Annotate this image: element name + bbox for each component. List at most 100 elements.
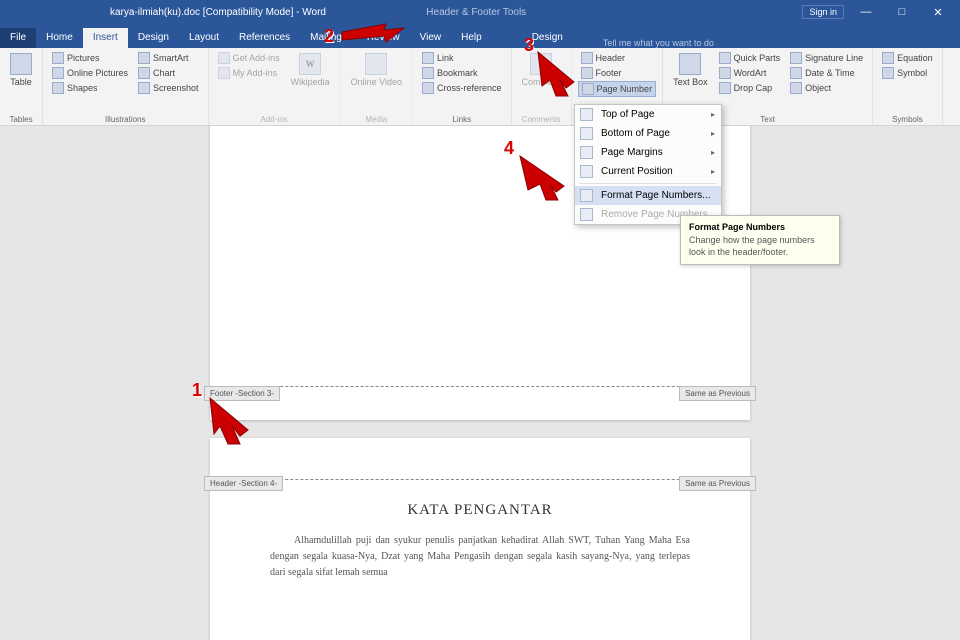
dropcap-icon xyxy=(719,82,731,94)
tab-insert[interactable]: Insert xyxy=(83,28,128,48)
footer-zone[interactable]: Footer -Section 3- Same as Previous xyxy=(210,386,750,408)
page-current: Header -Section 4- Same as Previous KATA… xyxy=(210,438,750,640)
table-button[interactable]: Table xyxy=(6,51,36,89)
wordart-icon xyxy=(719,67,731,79)
bookmark-button[interactable]: Bookmark xyxy=(419,66,505,80)
page-number-icon xyxy=(582,83,594,95)
ribbon: Table Tables Pictures Online Pictures Sh… xyxy=(0,48,960,126)
sign-in-button[interactable]: Sign in xyxy=(802,5,844,19)
menu-top-of-page[interactable]: Top of Page▸ xyxy=(575,105,721,124)
object-icon xyxy=(790,82,802,94)
bookmark-icon xyxy=(422,67,434,79)
group-addins: Get Add-ins My Add-ins WWikipedia Add-in… xyxy=(209,48,341,125)
textbox-button[interactable]: Text Box xyxy=(669,51,712,89)
quickparts-button[interactable]: Quick Parts xyxy=(716,51,784,65)
document-paragraph: Alhamdulillah puji dan syukur penulis pa… xyxy=(210,519,750,581)
comment-icon xyxy=(530,53,552,75)
wordart-button[interactable]: WordArt xyxy=(716,66,784,80)
document-heading: KATA PENGANTAR xyxy=(210,502,750,519)
maximize-button[interactable]: □ xyxy=(888,6,916,18)
object-button[interactable]: Object xyxy=(787,81,866,95)
date-time-button[interactable]: Date & Time xyxy=(787,66,866,80)
equation-icon xyxy=(882,52,894,64)
shapes-icon xyxy=(52,82,64,94)
link-button[interactable]: Link xyxy=(419,51,505,65)
group-symbols: Equation Symbol Symbols xyxy=(873,48,943,125)
page-number-button[interactable]: Page Number xyxy=(578,81,657,97)
pictures-button[interactable]: Pictures xyxy=(49,51,131,65)
tab-help[interactable]: Help xyxy=(451,28,492,48)
tooltip-format-page-numbers: Format Page Numbers Change how the page … xyxy=(680,215,840,265)
tab-view[interactable]: View xyxy=(410,28,452,48)
format-numbers-icon xyxy=(580,189,593,202)
group-media: Online Video Media xyxy=(341,48,413,125)
online-pictures-icon xyxy=(52,67,64,79)
chevron-right-icon: ▸ xyxy=(711,129,715,138)
smartart-icon xyxy=(138,52,150,64)
footer-button[interactable]: Footer xyxy=(578,66,657,80)
tab-file[interactable]: File xyxy=(0,28,36,48)
margins-icon xyxy=(580,146,593,159)
current-pos-icon xyxy=(580,165,593,178)
same-as-previous-tag: Same as Previous xyxy=(679,386,756,401)
chevron-right-icon: ▸ xyxy=(711,148,715,157)
close-button[interactable]: ✕ xyxy=(924,6,952,19)
tab-review[interactable]: Review xyxy=(357,28,410,48)
document-title: karya-ilmiah(ku).doc [Compatibility Mode… xyxy=(100,7,386,18)
chevron-right-icon: ▸ xyxy=(711,167,715,176)
document-area[interactable]: Footer -Section 3- Same as Previous Head… xyxy=(0,126,960,640)
tab-home[interactable]: Home xyxy=(36,28,83,48)
menu-bottom-of-page[interactable]: Bottom of Page▸ xyxy=(575,124,721,143)
dropcap-button[interactable]: Drop Cap xyxy=(716,81,784,95)
ribbon-tabs: File Home Insert Design Layout Reference… xyxy=(0,24,960,48)
wikipedia-button: WWikipedia xyxy=(287,51,334,89)
screenshot-icon xyxy=(138,82,150,94)
cross-reference-button[interactable]: Cross-reference xyxy=(419,81,505,95)
same-as-previous-tag: Same as Previous xyxy=(679,476,756,491)
my-addins-button: My Add-ins xyxy=(215,66,283,80)
online-pictures-button[interactable]: Online Pictures xyxy=(49,66,131,80)
chevron-right-icon: ▸ xyxy=(711,110,715,119)
textbox-icon xyxy=(679,53,701,75)
tab-hf-design[interactable]: Design xyxy=(522,28,573,48)
link-icon xyxy=(422,52,434,64)
footer-section-tag: Footer -Section 3- xyxy=(204,386,280,401)
comment-button: Comment xyxy=(518,51,565,89)
tab-references[interactable]: References xyxy=(229,28,300,48)
video-icon xyxy=(365,53,387,75)
menu-format-page-numbers[interactable]: Format Page Numbers... xyxy=(575,186,721,205)
signature-line-button[interactable]: Signature Line xyxy=(787,51,866,65)
tooltip-body: Change how the page numbers look in the … xyxy=(689,235,831,258)
header-button[interactable]: Header xyxy=(578,51,657,65)
tab-mailings[interactable]: Mailings xyxy=(300,28,357,48)
chart-button[interactable]: Chart xyxy=(135,66,202,80)
chart-icon xyxy=(138,67,150,79)
group-links: Link Bookmark Cross-reference Links xyxy=(413,48,512,125)
screenshot-button[interactable]: Screenshot xyxy=(135,81,202,95)
quickparts-icon xyxy=(719,52,731,64)
tooltip-title: Format Page Numbers xyxy=(689,222,831,232)
header-zone[interactable]: Header -Section 4- Same as Previous xyxy=(210,438,750,480)
datetime-icon xyxy=(790,67,802,79)
menu-current-position[interactable]: Current Position▸ xyxy=(575,162,721,181)
store-icon xyxy=(218,52,230,64)
top-page-icon xyxy=(580,108,593,121)
smartart-button[interactable]: SmartArt xyxy=(135,51,202,65)
equation-button[interactable]: Equation xyxy=(879,51,936,65)
group-tables: Table Tables xyxy=(0,48,43,125)
symbol-button[interactable]: Symbol xyxy=(879,66,936,80)
cross-ref-icon xyxy=(422,82,434,94)
page-number-menu: Top of Page▸ Bottom of Page▸ Page Margin… xyxy=(574,104,722,225)
tab-layout[interactable]: Layout xyxy=(179,28,229,48)
group-illustrations: Pictures Online Pictures Shapes SmartArt… xyxy=(43,48,209,125)
online-video-button: Online Video xyxy=(347,51,406,89)
menu-page-margins[interactable]: Page Margins▸ xyxy=(575,143,721,162)
tab-design[interactable]: Design xyxy=(128,28,179,48)
table-icon xyxy=(10,53,32,75)
tell-me-search[interactable]: Tell me what you want to do xyxy=(603,38,714,48)
shapes-button[interactable]: Shapes xyxy=(49,81,131,95)
pictures-icon xyxy=(52,52,64,64)
bottom-page-icon xyxy=(580,127,593,140)
context-tools-label: Header & Footer Tools xyxy=(426,7,526,18)
minimize-button[interactable]: — xyxy=(852,6,880,18)
